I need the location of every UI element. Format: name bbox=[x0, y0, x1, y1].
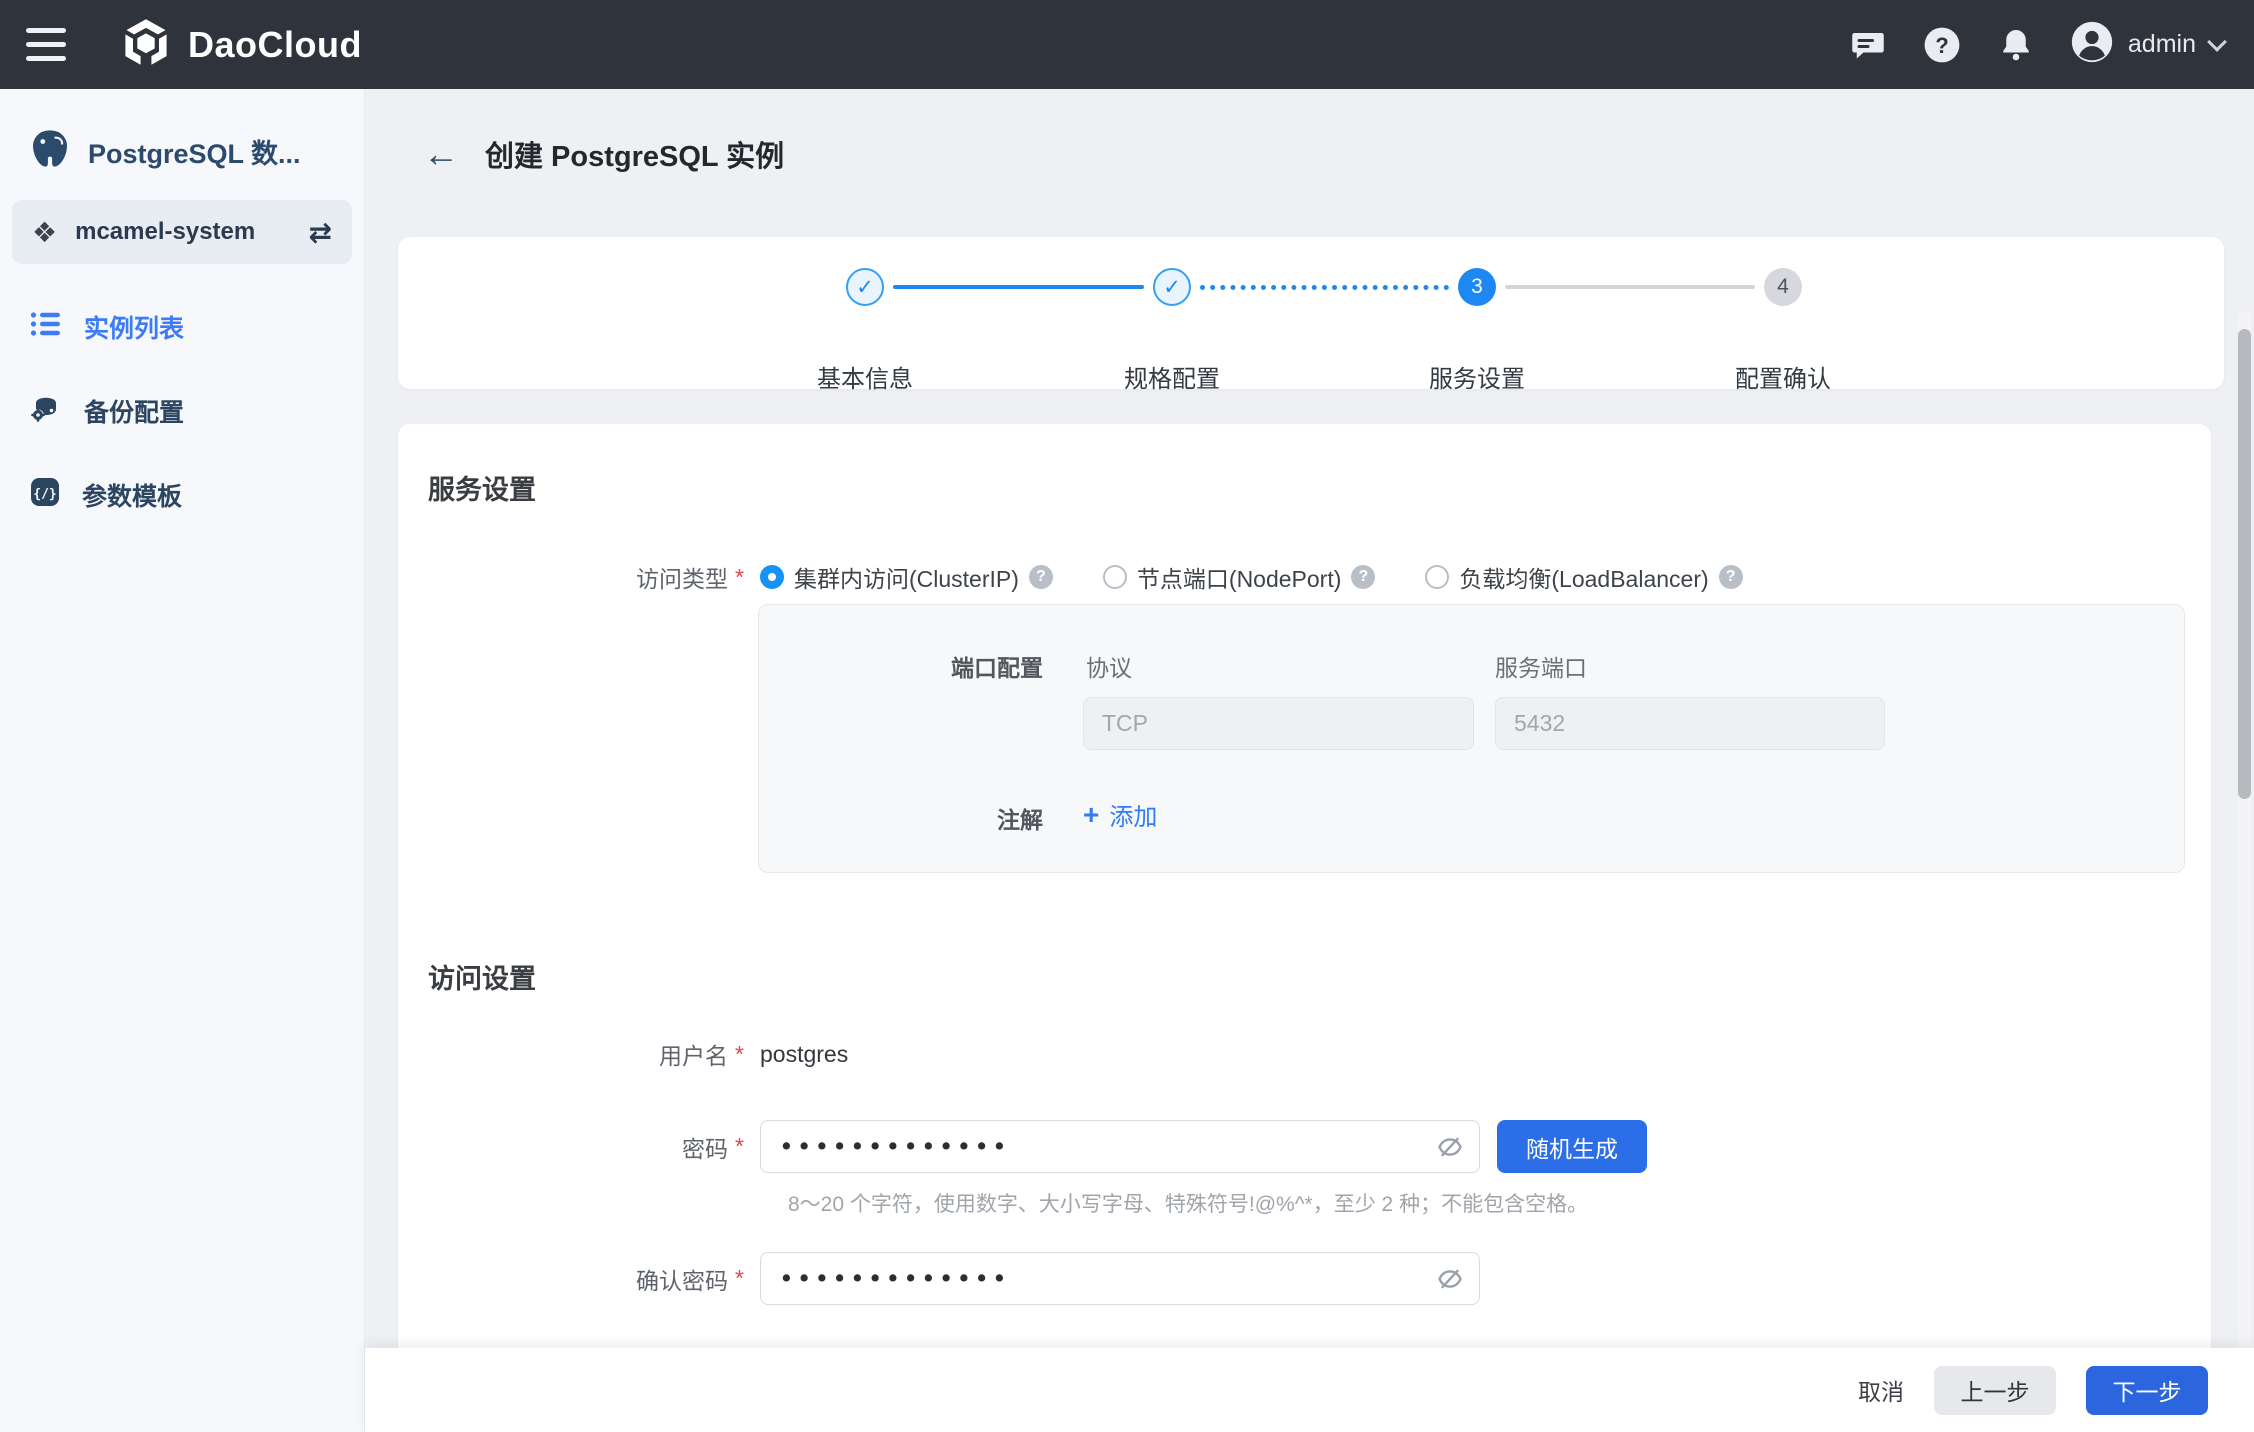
namespace-selector[interactable]: ❖ mcamel-system ⇄ bbox=[12, 200, 352, 264]
radio-unselected-icon[interactable] bbox=[1103, 565, 1127, 589]
radio-nodeport[interactable]: 节点端口(NodePort) ? bbox=[1103, 560, 1375, 594]
confirm-password-input[interactable] bbox=[760, 1252, 1480, 1305]
list-icon bbox=[30, 311, 62, 344]
hamburger-menu-icon[interactable] bbox=[26, 21, 82, 69]
service-port-label: 服务端口 bbox=[1495, 649, 1587, 683]
password-label: 密码 bbox=[682, 1130, 728, 1164]
step-1-circle: ✓ bbox=[846, 268, 884, 306]
radio-clusterip[interactable]: 集群内访问(ClusterIP) ? bbox=[760, 560, 1053, 594]
access-type-row: 访问类型 * 集群内访问(ClusterIP) ? 节点端口(NodePort)… bbox=[428, 557, 1743, 597]
cancel-button[interactable]: 取消 bbox=[1858, 1373, 1904, 1407]
help-icon[interactable]: ? bbox=[1922, 25, 1962, 65]
messages-icon[interactable] bbox=[1848, 25, 1888, 65]
protocol-input[interactable] bbox=[1083, 697, 1474, 750]
password-hint: 8～20 个字符，使用数字、大小写字母、特殊符号!@%^*，至少 2 种；不能包… bbox=[788, 1188, 1588, 1218]
step-4-label: 配置确认 bbox=[1683, 359, 1883, 394]
username-row: 用户名 * postgres bbox=[428, 1032, 848, 1076]
help-icon[interactable]: ? bbox=[1351, 565, 1375, 589]
help-icon[interactable]: ? bbox=[1029, 565, 1053, 589]
svg-text:?: ? bbox=[1935, 32, 1949, 57]
add-annotation-link[interactable]: + 添加 bbox=[1083, 797, 1157, 832]
main-area: ← 创建 PostgreSQL 实例 ✓ ✓ 3 4 基本信息 规格配置 服务设… bbox=[365, 89, 2254, 1432]
sidebar-item-parameter-template[interactable]: {/} 参数模板 bbox=[0, 462, 364, 528]
daocloud-logo-icon bbox=[120, 16, 172, 73]
switch-namespace-icon[interactable]: ⇄ bbox=[309, 216, 332, 249]
sidebar-item-label: 实例列表 bbox=[84, 309, 184, 345]
sidebar-app-header: PostgreSQL 数... bbox=[0, 89, 364, 178]
eye-off-icon[interactable] bbox=[1436, 1133, 1464, 1161]
previous-step-button[interactable]: 上一步 bbox=[1934, 1366, 2056, 1415]
sidebar-item-backup-config[interactable]: 备份配置 bbox=[0, 378, 364, 444]
password-input[interactable] bbox=[760, 1120, 1480, 1173]
radio-loadbalancer[interactable]: 负载均衡(LoadBalancer) ? bbox=[1425, 560, 1742, 594]
workspace-icon: ❖ bbox=[32, 216, 57, 249]
radio-selected-icon[interactable] bbox=[760, 565, 784, 589]
stepper-card: ✓ ✓ 3 4 基本信息 规格配置 服务设置 配置确认 bbox=[398, 237, 2224, 389]
sidebar-app-title: PostgreSQL 数... bbox=[88, 132, 301, 171]
scrollbar-track[interactable] bbox=[2238, 311, 2251, 1431]
random-generate-button[interactable]: 随机生成 bbox=[1497, 1120, 1647, 1173]
form-card: 服务设置 访问类型 * 集群内访问(ClusterIP) ? 节点端口(Node… bbox=[398, 424, 2211, 1374]
sidebar: PostgreSQL 数... ❖ mcamel-system ⇄ 实例列表 bbox=[0, 89, 365, 1432]
back-arrow-icon[interactable]: ← bbox=[423, 136, 459, 172]
brand-name: DaoCloud bbox=[188, 24, 362, 66]
service-settings-heading: 服务设置 bbox=[428, 468, 536, 507]
step-4-circle: 4 bbox=[1764, 268, 1802, 306]
confirm-password-label: 确认密码 bbox=[636, 1262, 728, 1296]
stepper-connector-1 bbox=[893, 285, 1144, 289]
access-type-label: 访问类型 bbox=[636, 560, 728, 594]
username-label: admin bbox=[2128, 30, 2196, 59]
next-step-button[interactable]: 下一步 bbox=[2086, 1366, 2208, 1415]
username-value: postgres bbox=[760, 1041, 848, 1068]
sidebar-item-label: 参数模板 bbox=[82, 477, 182, 513]
sidebar-menu: 实例列表 备份配置 {/} 参数模 bbox=[0, 294, 364, 528]
help-icon[interactable]: ? bbox=[1719, 565, 1743, 589]
stepper-connector-3 bbox=[1505, 285, 1755, 289]
confirm-password-row: 确认密码 * bbox=[428, 1252, 1480, 1305]
avatar-icon bbox=[2070, 20, 2114, 69]
svg-text:{/}: {/} bbox=[33, 487, 56, 502]
page-header: ← 创建 PostgreSQL 实例 bbox=[365, 89, 2254, 175]
step-2-label: 规格配置 bbox=[1072, 359, 1272, 394]
required-asterisk: * bbox=[735, 564, 744, 591]
plus-icon: + bbox=[1083, 801, 1099, 829]
notifications-bell-icon[interactable] bbox=[1996, 25, 2036, 65]
step-1-label: 基本信息 bbox=[765, 359, 965, 394]
code-braces-icon: {/} bbox=[30, 477, 60, 514]
username-label: 用户名 bbox=[659, 1037, 728, 1071]
port-config-panel: 端口配置 协议 服务端口 注解 + 添加 bbox=[758, 604, 2185, 873]
postgresql-logo-icon bbox=[26, 125, 74, 178]
eye-off-icon[interactable] bbox=[1436, 1265, 1464, 1293]
backup-drive-gear-icon bbox=[30, 393, 62, 430]
service-port-input[interactable] bbox=[1495, 697, 1885, 750]
footer-actions: 取消 上一步 下一步 bbox=[365, 1348, 2254, 1432]
brand: DaoCloud bbox=[120, 16, 362, 73]
topbar: DaoCloud ? bbox=[0, 0, 2254, 89]
namespace-name: mcamel-system bbox=[75, 218, 255, 246]
password-row: 密码 * 随机生成 bbox=[428, 1120, 1647, 1173]
access-settings-heading: 访问设置 bbox=[428, 957, 536, 996]
stepper-connector-2 bbox=[1200, 285, 1449, 290]
access-type-radio-group: 集群内访问(ClusterIP) ? 节点端口(NodePort) ? 负载均衡… bbox=[760, 560, 1743, 594]
port-config-label: 端口配置 bbox=[759, 649, 1043, 683]
radio-unselected-icon[interactable] bbox=[1425, 565, 1449, 589]
annotation-label: 注解 bbox=[759, 801, 1043, 835]
scrollbar-thumb[interactable] bbox=[2238, 329, 2251, 799]
step-3-label: 服务设置 bbox=[1377, 359, 1577, 394]
chevron-down-icon bbox=[2207, 32, 2227, 52]
protocol-label: 协议 bbox=[1086, 649, 1132, 683]
step-3-circle: 3 bbox=[1458, 268, 1496, 306]
sidebar-item-label: 备份配置 bbox=[84, 393, 184, 429]
sidebar-item-instance-list[interactable]: 实例列表 bbox=[0, 294, 364, 360]
page-title: 创建 PostgreSQL 实例 bbox=[485, 133, 784, 175]
user-menu[interactable]: admin bbox=[2070, 20, 2224, 69]
step-2-circle: ✓ bbox=[1153, 268, 1191, 306]
